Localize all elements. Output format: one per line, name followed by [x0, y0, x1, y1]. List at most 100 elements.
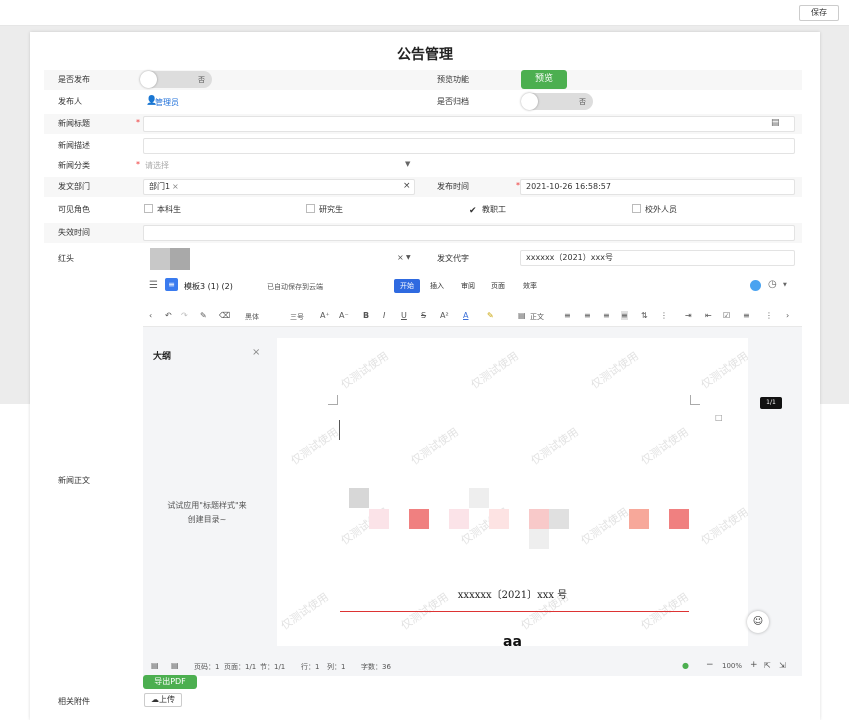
doc-code-input[interactable]: xxxxxx（2021）xxx号	[520, 250, 795, 266]
news-desc-input[interactable]	[143, 138, 795, 154]
margin-corner	[690, 395, 700, 405]
image-block	[629, 509, 649, 529]
toggle-knob	[521, 93, 538, 110]
row-news-category: 新闻分类 * 请选择 ▼	[44, 156, 802, 176]
save-button[interactable]: 保存	[799, 5, 839, 21]
underline-icon[interactable]: U	[401, 311, 407, 320]
undo-icon[interactable]: ↶	[165, 311, 172, 320]
indent-icon[interactable]: ⇥	[685, 311, 692, 320]
outdent-icon[interactable]: ⇤	[705, 311, 712, 320]
role-label: 教职工	[482, 205, 506, 214]
archive-toggle-text: 否	[579, 98, 586, 106]
align-center-icon[interactable]: ≡	[584, 311, 591, 320]
chevron-down-icon[interactable]: ▼	[405, 160, 410, 168]
avatar[interactable]	[750, 280, 761, 291]
upload-button[interactable]: ☁上传	[144, 693, 182, 707]
expire-input[interactable]	[143, 225, 795, 241]
header-thumbnail	[170, 248, 190, 270]
row-publisher: 发布人 👤 管理员 是否归档 否	[44, 92, 802, 112]
role-label: 校外人员	[645, 205, 677, 214]
zoom-level: 100%	[722, 662, 743, 670]
collapse-left-icon[interactable]: ‹	[149, 311, 152, 320]
tab-start[interactable]: 开始	[394, 279, 420, 293]
highlight-icon[interactable]: ✎	[487, 311, 494, 320]
table-icon[interactable]: ▤	[771, 118, 780, 128]
news-title-input[interactable]	[143, 116, 795, 132]
numbered-list-icon[interactable]: ⋮	[765, 311, 773, 320]
paragraph-style-select[interactable]: 正文	[530, 312, 544, 322]
archive-toggle[interactable]: 否	[521, 93, 593, 110]
font-name-select[interactable]: 黑体	[245, 312, 259, 322]
image-block	[669, 509, 689, 529]
zoom-out-icon[interactable]: −	[706, 660, 714, 670]
grow-font-icon[interactable]: A⁺	[320, 311, 330, 320]
align-left-icon[interactable]: ≡	[564, 311, 571, 320]
role-checkbox-grad[interactable]: 研究生	[306, 204, 343, 215]
font-color-icon[interactable]: A	[463, 311, 468, 320]
eraser-icon[interactable]: ⌫	[219, 311, 230, 320]
sync-icon[interactable]: ●	[682, 661, 689, 670]
fullscreen-icon[interactable]: ⇲	[779, 661, 786, 670]
tag-close-icon[interactable]: ×	[172, 182, 179, 191]
fit-icon[interactable]: ⇱	[764, 661, 771, 670]
font-size-select[interactable]: 三号	[290, 312, 304, 322]
news-title-label: 新闻标题	[58, 119, 90, 128]
export-pdf-button[interactable]: 导出PDF	[143, 675, 197, 689]
doc-code-label: 发文代字	[437, 254, 469, 263]
justify-icon[interactable]: ≡	[621, 311, 628, 320]
clear-icon[interactable]: ×	[403, 181, 411, 191]
role-checkbox-undergrad[interactable]: 本科生	[144, 204, 181, 215]
role-checkbox-external[interactable]: 校外人员	[632, 204, 677, 215]
shrink-font-icon[interactable]: A⁻	[339, 311, 349, 320]
align-right-icon[interactable]: ≡	[603, 311, 610, 320]
tab-page[interactable]: 页面	[491, 281, 505, 291]
close-icon[interactable]: ×	[252, 347, 260, 358]
publish-time-input[interactable]: 2021-10-26 16:58:57	[520, 179, 795, 195]
role-checkbox-staff[interactable]: ✔ 教职工	[469, 204, 506, 216]
bold-icon[interactable]: B	[363, 311, 369, 320]
status-col: 列：1	[327, 663, 346, 671]
line-spacing-icon[interactable]: ⇅	[641, 311, 648, 320]
publish-toggle[interactable]: 否	[140, 71, 212, 88]
row-news-desc: 新闻描述	[44, 136, 802, 156]
checkbox-box	[144, 204, 153, 213]
assistant-icon[interactable]: ☺	[747, 611, 769, 633]
dept-select[interactable]	[143, 179, 415, 195]
collapse-right-icon[interactable]: ›	[786, 311, 789, 320]
comment-icon[interactable]: □	[715, 413, 723, 422]
redo-icon[interactable]: ↷	[181, 311, 188, 320]
publish-time-value: 2021-10-26 16:58:57	[526, 182, 611, 191]
menu-icon[interactable]: ☰	[149, 280, 158, 291]
news-category-label: 新闻分类	[58, 161, 90, 170]
superscript-icon[interactable]: A²	[440, 311, 449, 320]
watermark: 仅测试使用	[638, 425, 692, 468]
zoom-in-icon[interactable]: +	[750, 660, 758, 670]
image-block	[469, 488, 489, 508]
tab-review[interactable]: 审阅	[461, 281, 475, 291]
expire-label: 失效时间	[58, 228, 90, 237]
preview-button[interactable]: 预览	[521, 70, 567, 89]
watermark: 仅测试使用	[698, 505, 748, 548]
publish-time-label: 发布时间	[437, 182, 469, 191]
doc-name[interactable]: 模板3 (1) (2)	[184, 281, 233, 292]
watermark: 仅测试使用	[338, 349, 392, 392]
list-icon[interactable]: ≡	[743, 311, 750, 320]
strikethrough-icon[interactable]: S	[421, 311, 426, 320]
clear-icon[interactable]: ×	[397, 253, 404, 262]
chevron-down-icon[interactable]: ▼	[406, 254, 411, 261]
style-icon[interactable]: ▤	[518, 311, 526, 320]
page-view-icon[interactable]: ▤	[151, 661, 159, 670]
bullet-list-icon[interactable]: ⋮	[660, 311, 668, 320]
outline-title: 大纲	[153, 352, 172, 362]
italic-icon[interactable]: I	[383, 311, 385, 320]
document-page[interactable]: 仅测试使用 仅测试使用 仅测试使用 仅测试使用 仅测试使用 仅测试使用 仅测试使…	[277, 338, 748, 646]
history-icon[interactable]: ◷	[768, 279, 777, 290]
web-view-icon[interactable]: ▤	[171, 661, 179, 670]
chevron-down-icon[interactable]: ▼	[783, 282, 787, 288]
watermark: 仅测试使用	[528, 425, 582, 468]
tab-efficiency[interactable]: 效率	[523, 281, 537, 291]
row-publish: 是否发布 否 预览功能 预览	[44, 70, 802, 90]
tab-insert[interactable]: 插入	[430, 281, 444, 291]
format-painter-icon[interactable]: ✎	[200, 311, 207, 320]
checkbox-icon[interactable]: ☑	[723, 311, 730, 320]
